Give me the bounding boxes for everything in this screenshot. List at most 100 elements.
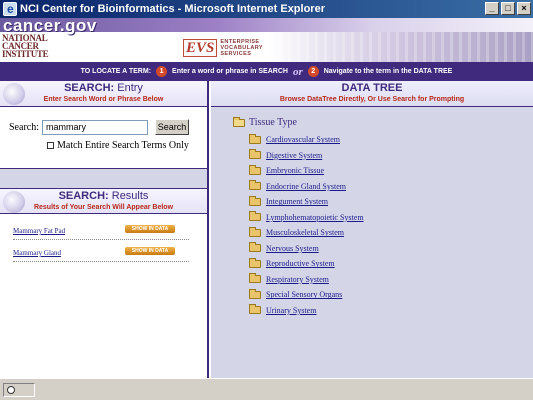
search-results-header: SEARCH: Results Results of Your Search W…	[0, 188, 207, 214]
result-link[interactable]: Mammary Fat Pad	[13, 227, 65, 235]
minimize-button[interactable]: _	[485, 2, 499, 15]
search-results-title-light: Results	[111, 190, 149, 202]
data-tree-column: DATA TREE Browse DataTree Directly, Or U…	[211, 81, 533, 378]
folder-icon	[249, 180, 261, 191]
close-button[interactable]: ×	[517, 2, 531, 15]
step2-badge: 2	[307, 66, 319, 77]
search-button[interactable]: Search	[155, 119, 189, 135]
tree-item-label[interactable]: Respiratory System	[266, 275, 329, 284]
match-entire-label: Match Entire Search Terms Only	[57, 140, 189, 151]
tree-item-label[interactable]: Reproductive System	[266, 259, 335, 268]
data-tree-title: DATA TREE	[341, 82, 403, 94]
search-form: Search: Search Match Entire Search Terms…	[0, 107, 207, 168]
site-banner: cancer.gov NATIONAL CANCER INSTITUTE EVS…	[0, 18, 533, 62]
folder-icon	[249, 133, 261, 144]
search-results-title-bold: SEARCH:	[58, 190, 109, 202]
folder-icon	[249, 195, 261, 206]
open-folder-icon	[233, 116, 245, 127]
show-in-data-tree-button[interactable]: SHOW IN DATA TREE	[125, 247, 175, 262]
decorative-globe-icon	[3, 83, 25, 105]
evs-text-line3: SERVICES	[220, 51, 252, 57]
search-input[interactable]	[42, 119, 148, 135]
page-body: SEARCH: Entry Enter Search Word or Phras…	[0, 81, 533, 378]
step2-text: Navigate to the term in the DATA TREE	[323, 68, 453, 75]
folder-icon	[249, 242, 261, 253]
locate-term-bar: TO LOCATE A TERM: 1 Enter a word or phra…	[0, 62, 533, 81]
data-tree-header: DATA TREE Browse DataTree Directly, Or U…	[211, 81, 533, 107]
match-entire-row: Match Entire Search Terms Only	[47, 140, 189, 151]
search-row: Search: Search	[9, 119, 189, 135]
window-titlebar: NCI Center for Bioinformatics - Microsof…	[0, 0, 533, 18]
banner-image	[270, 32, 533, 62]
search-entry-header: SEARCH: Entry Enter Search Word or Phras…	[0, 81, 207, 107]
tree-item-label[interactable]: Embryonic Tissue	[266, 166, 324, 175]
folder-icon	[249, 273, 261, 284]
results-list: Mammary Fat Pad SHOW IN DATA TREE Mammar…	[0, 214, 207, 266]
search-entry-title: SEARCH: Entry	[0, 81, 207, 95]
nci-logo-line3: INSTITUTE	[2, 49, 49, 59]
tree-item-label[interactable]: Cardiovascular System	[266, 135, 340, 144]
search-column: SEARCH: Entry Enter Search Word or Phras…	[0, 81, 209, 378]
tree-item[interactable]: Urinary System	[249, 303, 364, 319]
tree-root-label: Tissue Type	[249, 117, 297, 128]
status-bar	[0, 378, 533, 400]
folder-icon	[249, 304, 261, 315]
folder-icon	[249, 226, 261, 237]
window-title: NCI Center for Bioinformatics - Microsof…	[20, 3, 325, 15]
nci-logo[interactable]: NATIONAL CANCER INSTITUTE	[2, 34, 62, 59]
tree-item[interactable]: Reproductive System	[249, 256, 364, 272]
tree-item[interactable]: Lymphohematopoietic System	[249, 210, 364, 226]
search-results-subtitle: Results of Your Search Will Appear Below	[33, 204, 174, 211]
list-item: Mammary Gland SHOW IN DATA TREE	[0, 244, 207, 266]
list-item: Mammary Fat Pad SHOW IN DATA TREE	[0, 222, 207, 244]
search-label: Search:	[9, 121, 39, 133]
tree-item-label[interactable]: Integument System	[266, 197, 328, 206]
page-status-icon	[7, 386, 15, 394]
result-divider	[13, 239, 189, 240]
folder-icon	[249, 211, 261, 222]
tree-item-label[interactable]: Lymphohematopoietic System	[266, 213, 364, 222]
search-entry-title-bold: SEARCH:	[64, 82, 115, 94]
tree-item[interactable]: Integument System	[249, 194, 364, 210]
tree-item[interactable]: Endocrine Gland System	[249, 179, 364, 195]
folder-icon	[249, 288, 261, 299]
status-cell	[3, 383, 35, 397]
evs-text: ENTERPRISE VOCABULARY SERVICES	[220, 39, 263, 57]
show-in-data-tree-button[interactable]: SHOW IN DATA TREE	[125, 225, 175, 240]
tree-item[interactable]: Digestive System	[249, 148, 364, 164]
data-tree-subtitle: Browse DataTree Directly, Or Use Search …	[279, 96, 465, 103]
data-tree: Tissue Type Cardiovascular System Digest…	[233, 116, 364, 319]
tree-item[interactable]: Embryonic Tissue	[249, 163, 364, 179]
tree-item-label[interactable]: Special Sensory Organs	[266, 290, 342, 299]
tree-root[interactable]: Tissue Type	[233, 116, 364, 128]
tree-item-label[interactable]: Endocrine Gland System	[266, 182, 346, 191]
maximize-button[interactable]: □	[501, 2, 515, 15]
result-divider	[13, 261, 189, 262]
folder-icon	[249, 149, 261, 160]
tree-item[interactable]: Nervous System	[249, 241, 364, 257]
tree-item-label[interactable]: Musculoskeletal System	[266, 228, 344, 237]
match-entire-checkbox[interactable]	[47, 142, 54, 149]
or-text: or	[292, 65, 303, 78]
evs-logo: EVS ENTERPRISE VOCABULARY SERVICES	[183, 39, 263, 57]
tree-item[interactable]: Cardiovascular System	[249, 132, 364, 148]
result-link[interactable]: Mammary Gland	[13, 249, 61, 257]
tree-item[interactable]: Musculoskeletal System	[249, 225, 364, 241]
search-results-title: SEARCH: Results	[0, 189, 207, 203]
folder-icon	[249, 164, 261, 175]
cancer-gov-logo[interactable]: cancer.gov	[3, 18, 97, 34]
window-controls: _ □ ×	[485, 2, 531, 15]
tree-item-label[interactable]: Digestive System	[266, 151, 322, 160]
ie-icon	[3, 0, 17, 18]
locate-prefix: TO LOCATE A TERM:	[80, 68, 152, 75]
step1-badge: 1	[156, 66, 168, 77]
section-divider	[0, 168, 207, 188]
folder-icon	[249, 257, 261, 268]
tree-item-label[interactable]: Urinary System	[266, 306, 316, 315]
tree-item-label[interactable]: Nervous System	[266, 244, 319, 253]
tree-item[interactable]: Respiratory System	[249, 272, 364, 288]
tree-item[interactable]: Special Sensory Organs	[249, 287, 364, 303]
search-entry-title-light: Entry	[117, 82, 143, 94]
evs-mark: EVS	[183, 39, 218, 57]
search-entry-subtitle: Enter Search Word or Phrase Below	[43, 96, 164, 103]
